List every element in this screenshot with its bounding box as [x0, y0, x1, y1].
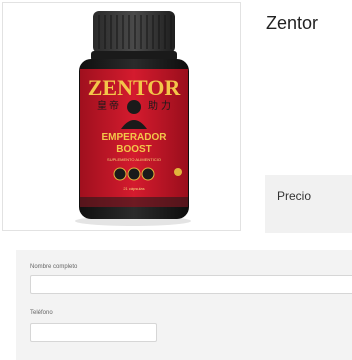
supplement-bottle-image: ZENTOR 皇 帝 助 力 EMPERADOR BOOST SUPLEMENT… — [75, 11, 191, 226]
bottle-line2-text: BOOST — [116, 144, 152, 155]
phone-field-label: Teléfono — [30, 310, 53, 316]
bottle-line1-text: EMPERADOR — [101, 132, 167, 143]
bottle-subtitle-text: SUPLEMENTO ALIMENTICIO — [107, 157, 161, 162]
product-title: Zentor — [266, 13, 319, 33]
name-field-label: Nombre completo — [30, 264, 78, 270]
svg-text:助: 助 — [148, 99, 158, 112]
price-box: Precio — [265, 175, 352, 233]
phone-input[interactable] — [30, 323, 157, 342]
svg-text:力: 力 — [161, 99, 171, 112]
svg-text:皇: 皇 — [97, 99, 107, 112]
bottle-count-text: 21 cápsulas — [123, 186, 144, 191]
bottle-brand-text: ZENTOR — [88, 75, 182, 100]
product-image: ZENTOR 皇 帝 助 力 EMPERADOR BOOST SUPLEMENT… — [2, 2, 241, 231]
svg-text:帝: 帝 — [109, 99, 119, 112]
price-label: Precio — [277, 189, 312, 203]
name-input[interactable] — [30, 275, 352, 294]
order-form: Nombre completo Teléfono — [16, 250, 352, 360]
